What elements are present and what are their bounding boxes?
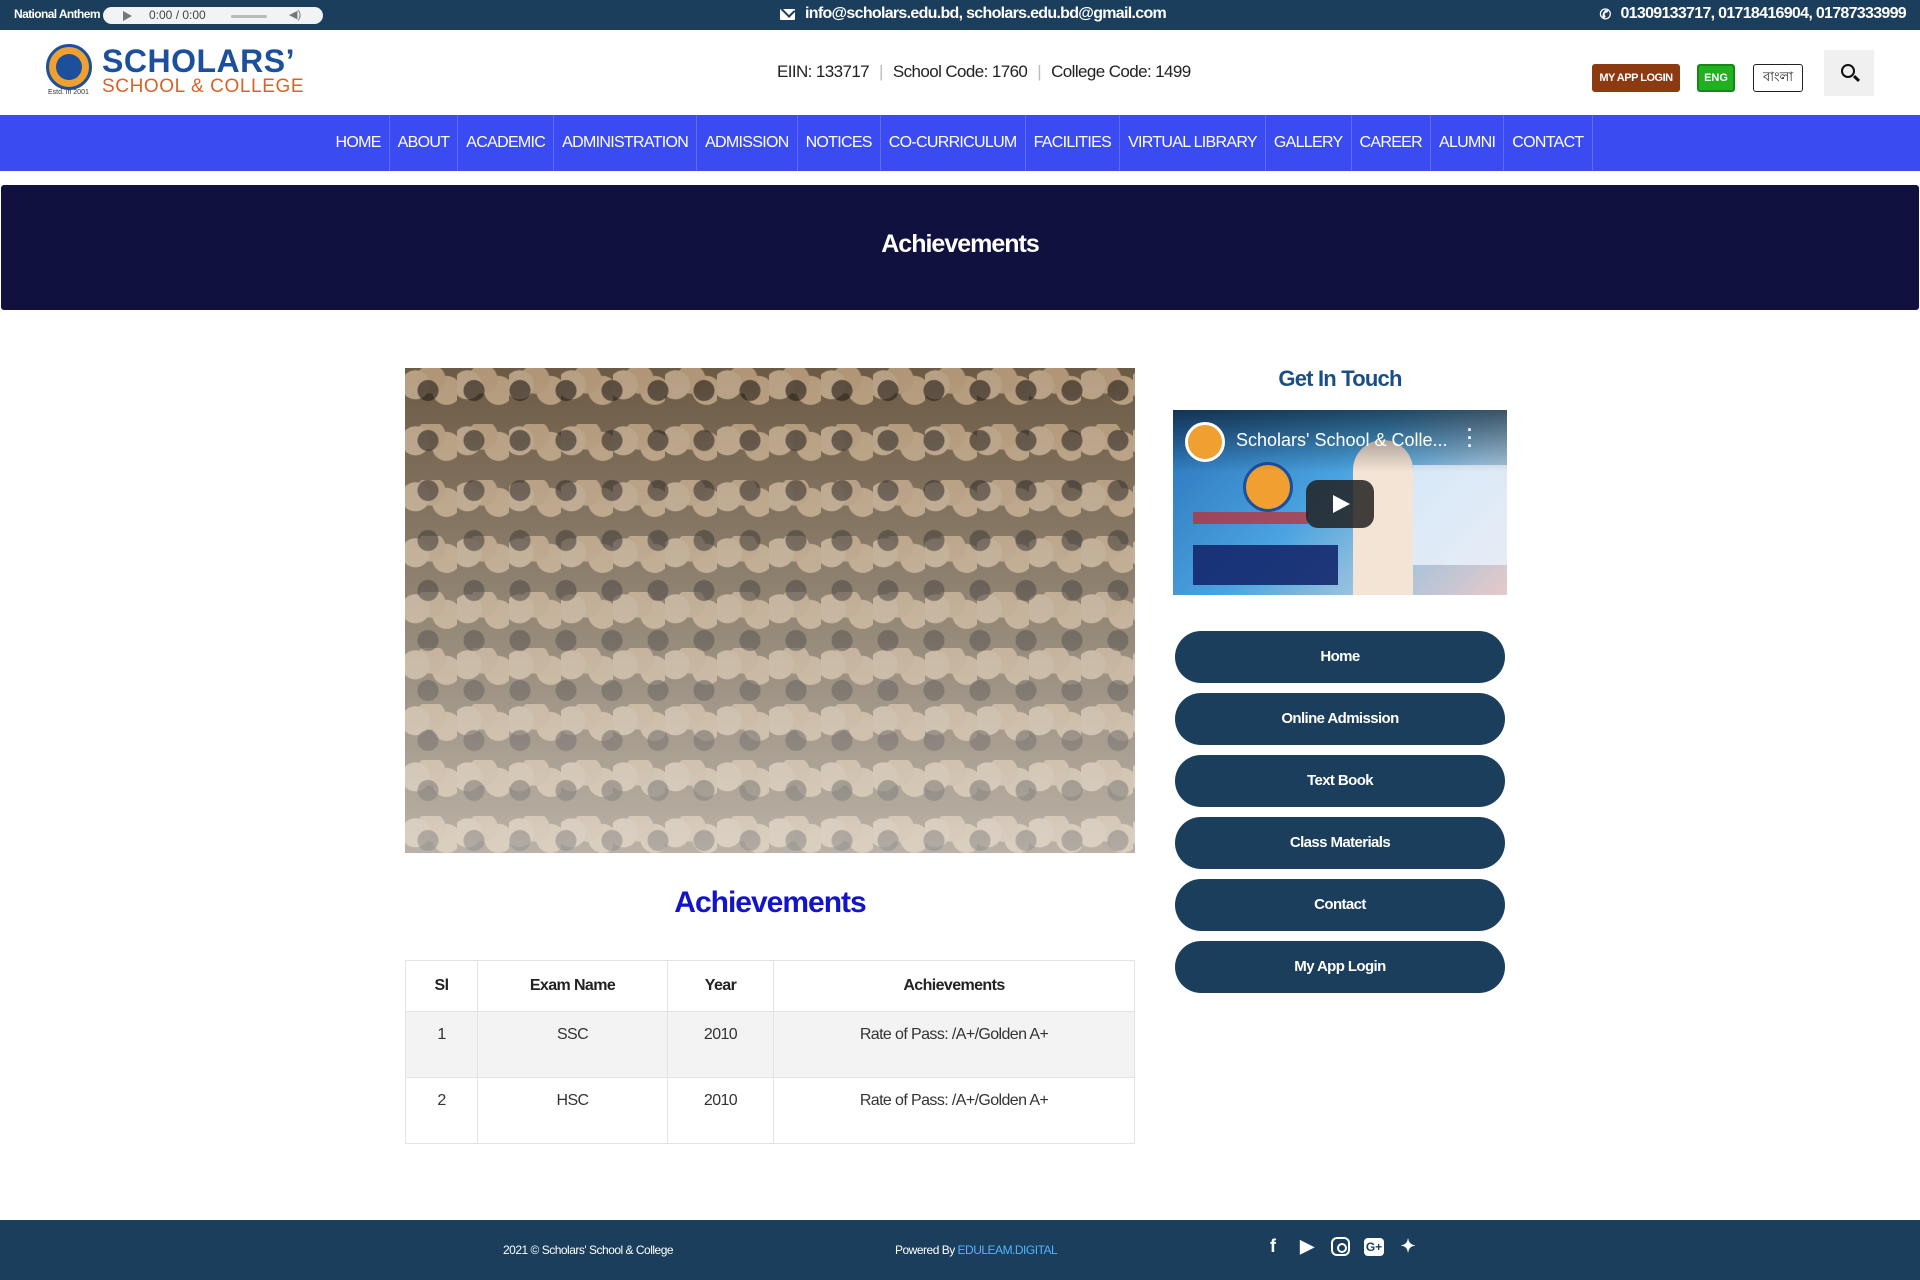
col-exam-name: Exam Name <box>477 960 668 1012</box>
nav-facilities[interactable]: FACILITIES <box>1026 115 1121 171</box>
table-row: 2 HSC 2010 Rate of Pass: /A+/Golden A+ <box>405 1077 1135 1144</box>
logo-line2: SCHOOL & COLLEGE <box>102 76 305 97</box>
bangla-language-button[interactable]: বাংলা <box>1753 64 1803 92</box>
cell-exam: HSC <box>477 1077 668 1144</box>
footer-copyright: 2021 © Scholars' School & College <box>503 1243 674 1257</box>
cell-sl: 2 <box>405 1077 478 1144</box>
youtube-video-embed[interactable]: Scholars' School & Colle... · · · <box>1173 410 1507 595</box>
play-icon[interactable] <box>123 11 132 21</box>
twitter-icon[interactable]: ✦ <box>1398 1236 1418 1257</box>
social-links: f ▶ G+ ✦ <box>1263 1236 1418 1257</box>
top-phone[interactable]: ✆ 01309133717, 01718416904, 01787333999 <box>1599 5 1906 23</box>
google-plus-icon[interactable]: G+ <box>1364 1237 1384 1256</box>
nav-administration[interactable]: ADMINISTRATION <box>554 115 698 171</box>
page-banner: Achievements <box>1 185 1919 310</box>
facebook-icon[interactable]: f <box>1263 1236 1283 1257</box>
cell-achievement: Rate of Pass: /A+/Golden A+ <box>773 1077 1135 1144</box>
table-header-row: Sl Exam Name Year Achievements <box>405 960 1135 1012</box>
school-code: School Code: 1760 <box>892 62 1028 81</box>
nav-co-curriculum[interactable]: CO-CURRICULUM <box>881 115 1026 171</box>
nav-gallery[interactable]: GALLERY <box>1266 115 1352 171</box>
play-video-icon[interactable] <box>1306 480 1374 528</box>
nav-academic[interactable]: ACADEMIC <box>458 115 555 171</box>
powered-by-label: Powered By <box>895 1243 958 1257</box>
logo-estd: Estd. in 2001 <box>48 89 89 96</box>
footer-powered-by: Powered By EDULEAM.DIGITAL <box>895 1243 1058 1257</box>
nav-admission[interactable]: ADMISSION <box>697 115 798 171</box>
logo-text: SCHOLARS’ SCHOOL & COLLEGE <box>102 45 304 97</box>
achievements-heading: Achievements <box>674 886 866 919</box>
col-achievements: Achievements <box>773 960 1135 1012</box>
side-button-online-admission[interactable]: Online Admission <box>1175 693 1505 745</box>
email-text[interactable]: info@scholars.edu.bd, scholars.edu.bd@gm… <box>805 5 1167 23</box>
school-logo[interactable]: Estd. in 2001 SCHOLARS’ SCHOOL & COLLEGE <box>44 44 304 98</box>
phone-icon: ✆ <box>1599 5 1611 22</box>
nav-notices[interactable]: NOTICES <box>798 115 881 171</box>
get-in-touch-heading: Get In Touch <box>1278 366 1402 391</box>
english-language-button[interactable]: ENG <box>1697 64 1735 92</box>
cell-year: 2010 <box>667 1011 774 1078</box>
volume-icon[interactable]: ◀) <box>289 8 301 21</box>
nav-virtual-library[interactable]: VIRTUAL LIBRARY <box>1120 115 1266 171</box>
side-button-text-book[interactable]: Text Book <box>1175 755 1505 807</box>
video-title[interactable]: Scholars' School & Colle... <box>1236 430 1448 451</box>
site-footer: 2021 © Scholars' School & College Powere… <box>0 1220 1920 1280</box>
channel-avatar[interactable] <box>1185 422 1225 462</box>
eiin-code: EIIN: 133717 <box>777 62 870 81</box>
more-options-icon[interactable]: · · · <box>1467 421 1473 455</box>
side-button-class-materials[interactable]: Class Materials <box>1175 817 1505 869</box>
col-year: Year <box>667 960 774 1012</box>
crest-icon: Estd. in 2001 <box>44 44 94 98</box>
my-app-login-button[interactable]: MY APP LOGIN <box>1592 64 1680 92</box>
audio-progress-track[interactable] <box>231 15 267 18</box>
cell-year: 2010 <box>667 1077 774 1144</box>
top-bar: National Anthem 0:00 / 0:00 ◀) info@scho… <box>0 0 1920 30</box>
page-title: Achievements <box>881 230 1040 258</box>
instagram-icon[interactable] <box>1331 1237 1350 1256</box>
nav-contact[interactable]: CONTACT <box>1504 115 1593 171</box>
main-nav: HOME ABOUT ACADEMIC ADMINISTRATION ADMIS… <box>0 115 1920 171</box>
youtube-icon[interactable]: ▶ <box>1297 1236 1317 1257</box>
side-button-contact[interactable]: Contact <box>1175 879 1505 931</box>
powered-by-link[interactable]: EDULEAM.DIGITAL <box>958 1243 1058 1257</box>
cell-sl: 1 <box>405 1011 478 1078</box>
side-button-home[interactable]: Home <box>1175 631 1505 683</box>
students-photo <box>405 368 1135 853</box>
top-email[interactable]: info@scholars.edu.bd, scholars.edu.bd@gm… <box>780 5 1167 23</box>
logo-line1: SCHOLARS’ <box>102 43 295 79</box>
table-row: 1 SSC 2010 Rate of Pass: /A+/Golden A+ <box>405 1011 1135 1078</box>
college-code: College Code: 1499 <box>1051 62 1191 81</box>
side-button-my-app-login[interactable]: My App Login <box>1175 941 1505 993</box>
search-button[interactable] <box>1824 50 1874 96</box>
divider: | <box>879 62 883 81</box>
achievements-table: Sl Exam Name Year Achievements 1 SSC 201… <box>405 960 1135 1144</box>
divider: | <box>1037 62 1042 81</box>
anthem-audio-player[interactable]: 0:00 / 0:00 ◀) <box>103 7 323 24</box>
phone-text[interactable]: 01309133717, 01718416904, 01787333999 <box>1620 5 1906 23</box>
col-sl: Sl <box>405 960 478 1012</box>
site-header: Estd. in 2001 SCHOLARS’ SCHOOL & COLLEGE… <box>0 30 1920 115</box>
nav-career[interactable]: CAREER <box>1352 115 1431 171</box>
envelope-icon <box>780 8 795 20</box>
cell-exam: SSC <box>477 1011 668 1078</box>
nav-alumni[interactable]: ALUMNI <box>1431 115 1505 171</box>
cell-achievement: Rate of Pass: /A+/Golden A+ <box>773 1011 1135 1078</box>
nav-about[interactable]: ABOUT <box>390 115 459 171</box>
institution-codes: EIIN: 133717 | School Code: 1760 | Colle… <box>777 62 1191 82</box>
audio-time: 0:00 / 0:00 <box>149 8 206 22</box>
national-anthem-label: National Anthem <box>14 7 101 21</box>
nav-home[interactable]: HOME <box>327 115 390 171</box>
